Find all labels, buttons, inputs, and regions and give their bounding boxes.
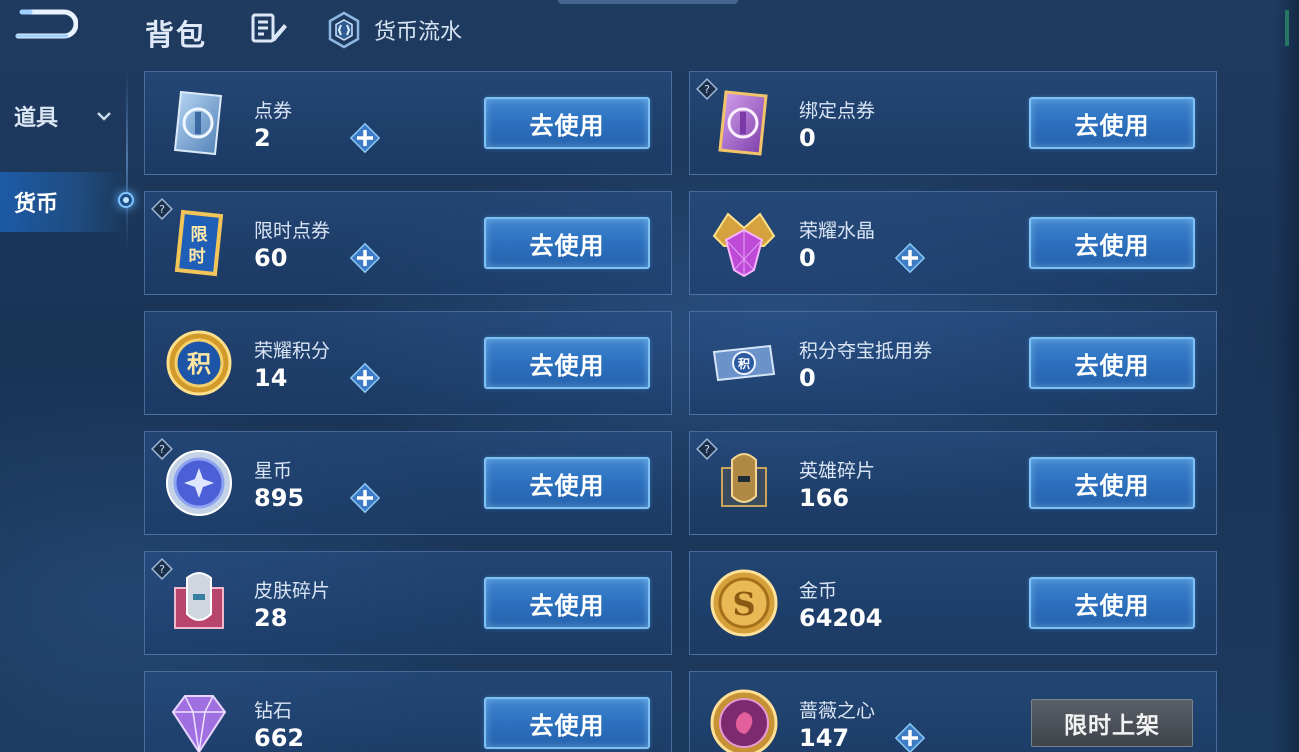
selected-indicator-icon bbox=[118, 192, 134, 208]
currency-card-diamond: 钻石 662 去使用 bbox=[144, 671, 672, 752]
currency-card-rose-heart: 蔷薇之心 147 限时上架 bbox=[689, 671, 1217, 752]
diamond-icon bbox=[171, 695, 227, 752]
currency-card-hero-shard: ? 英雄碎片 166 去使用 bbox=[689, 431, 1217, 535]
currency-card-honor-crystal: 荣耀水晶 0 去使用 bbox=[689, 191, 1217, 295]
top-handle bbox=[558, 0, 738, 4]
currency-count: 662 bbox=[254, 724, 305, 752]
currency-count: 0 bbox=[799, 244, 816, 272]
points-glyph: 积 bbox=[187, 350, 211, 378]
use-button[interactable]: 去使用 bbox=[1029, 217, 1195, 269]
currency-count: 64204 bbox=[799, 604, 883, 632]
honor-points-icon: 积 bbox=[166, 330, 232, 396]
use-button[interactable]: 去使用 bbox=[1029, 337, 1195, 389]
currency-coin-icon bbox=[328, 11, 360, 49]
currency-name: 星币 bbox=[254, 460, 293, 482]
currency-name: 限时点券 bbox=[254, 220, 331, 242]
limited-glyph-bottom: 时 bbox=[189, 247, 206, 267]
currency-name: 点券 bbox=[254, 100, 293, 122]
currency-count: 147 bbox=[799, 724, 850, 752]
use-button[interactable]: 去使用 bbox=[1029, 457, 1195, 509]
currency-count: 166 bbox=[799, 484, 850, 512]
plus-icon[interactable] bbox=[347, 360, 383, 396]
use-button[interactable]: 去使用 bbox=[1029, 97, 1195, 149]
bound-coupon-icon bbox=[718, 90, 768, 156]
currency-card-honor-points: 积 荣耀积分 14 去使用 bbox=[144, 311, 672, 415]
plus-icon[interactable] bbox=[347, 480, 383, 516]
gold-glyph: S bbox=[732, 585, 755, 623]
rose-heart-icon bbox=[710, 689, 778, 752]
right-edge-marker bbox=[1285, 10, 1289, 46]
currency-count: 895 bbox=[254, 484, 305, 512]
currency-name: 荣耀水晶 bbox=[799, 220, 876, 242]
use-button[interactable]: 去使用 bbox=[484, 337, 650, 389]
use-button[interactable]: 去使用 bbox=[484, 97, 650, 149]
voucher-glyph: 积 bbox=[738, 356, 750, 371]
star-coin-icon bbox=[166, 450, 232, 516]
plus-icon[interactable] bbox=[892, 720, 928, 752]
currency-name: 绑定点券 bbox=[799, 100, 876, 122]
gold-coin-icon: S bbox=[710, 569, 778, 637]
skin-shard-icon bbox=[174, 572, 224, 629]
currency-count: 28 bbox=[254, 604, 288, 632]
sidebar-item-label: 道具 bbox=[14, 106, 59, 131]
currency-flow-link[interactable]: 货币流水 bbox=[326, 10, 462, 50]
points-voucher-icon: 积 bbox=[712, 344, 776, 382]
edit-icon[interactable] bbox=[250, 12, 288, 46]
currency-name: 英雄碎片 bbox=[799, 460, 876, 482]
sidebar-item-label: 货币 bbox=[14, 192, 59, 217]
honor-crystal-icon bbox=[712, 212, 776, 278]
coupon-icon bbox=[173, 90, 223, 156]
plus-icon[interactable] bbox=[347, 240, 383, 276]
currency-count: 60 bbox=[254, 244, 288, 272]
currency-count: 14 bbox=[254, 364, 288, 392]
limited-glyph-top: 限 bbox=[191, 225, 208, 245]
currency-card-points-voucher: 积 积分夺宝抵用券 0 去使用 bbox=[689, 311, 1217, 415]
currency-name: 荣耀积分 bbox=[254, 340, 331, 362]
currency-name: 蔷薇之心 bbox=[799, 700, 876, 722]
currency-count: 2 bbox=[254, 124, 271, 152]
currency-card-bound-coupon: ? 绑定点券 0 去使用 bbox=[689, 71, 1217, 175]
right-edge-shadow bbox=[1275, 0, 1299, 752]
currency-name: 皮肤碎片 bbox=[254, 580, 331, 602]
currency-name: 积分夺宝抵用券 bbox=[799, 340, 933, 362]
sidebar-item-currency[interactable]: 货币 bbox=[0, 172, 128, 232]
limited-coupon-icon: 限 时 bbox=[174, 209, 224, 277]
use-button[interactable]: 去使用 bbox=[1029, 577, 1195, 629]
use-button[interactable]: 去使用 bbox=[484, 457, 650, 509]
currency-name: 金币 bbox=[799, 580, 838, 602]
plus-icon[interactable] bbox=[347, 120, 383, 156]
chevron-down-icon bbox=[97, 112, 111, 121]
sidebar-item-props[interactable]: 道具 bbox=[0, 86, 128, 146]
currency-name: 钻石 bbox=[254, 700, 293, 722]
currency-card-gold: S 金币 64204 去使用 bbox=[689, 551, 1217, 655]
currency-count: 0 bbox=[799, 364, 816, 392]
use-button[interactable]: 去使用 bbox=[484, 697, 650, 749]
currency-card-star-coin: ? 星币 895 去使用 bbox=[144, 431, 672, 535]
hero-shard-icon bbox=[721, 453, 767, 507]
currency-card-coupon: 点券 2 去使用 bbox=[144, 71, 672, 175]
currency-card-skin-shard: ? 皮肤碎片 28 去使用 bbox=[144, 551, 672, 655]
currency-count: 0 bbox=[799, 124, 816, 152]
limited-release-button[interactable]: 限时上架 bbox=[1031, 699, 1193, 747]
use-button[interactable]: 去使用 bbox=[484, 217, 650, 269]
plus-icon[interactable] bbox=[892, 240, 928, 276]
currency-flow-label: 货币流水 bbox=[374, 20, 463, 45]
currency-card-limited-coupon: ? 限 时 限时点券 60 去使用 bbox=[144, 191, 672, 295]
back-arrow-icon[interactable] bbox=[8, 8, 78, 44]
page-title: 背包 bbox=[145, 18, 208, 52]
use-button[interactable]: 去使用 bbox=[484, 577, 650, 629]
